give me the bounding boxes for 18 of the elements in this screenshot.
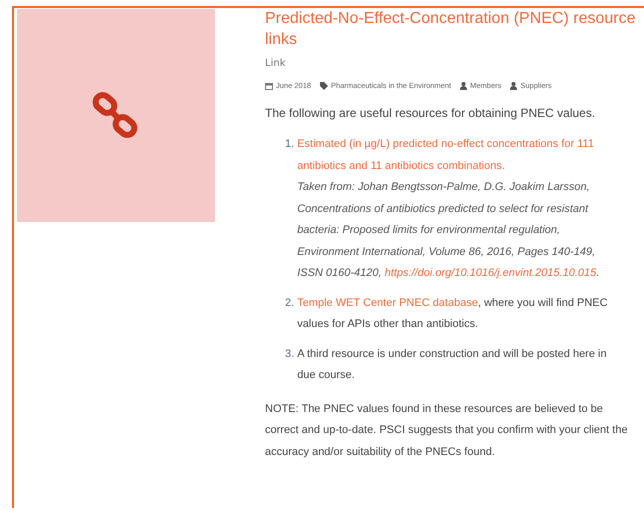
list-number: 3. — [285, 346, 294, 362]
resource-text: A third resource is under construction and will be posted here in due course. — [297, 346, 608, 383]
resource-link[interactable]: Temple WET Center PNEC database — [297, 296, 478, 308]
user-icon — [460, 82, 468, 90]
list-number: 1. — [285, 137, 294, 152]
list-number: 2. — [285, 296, 294, 310]
resource-text: Temple WET Center PNEC database, where you will find PNEC values for APIs other than antibiotics. — [297, 296, 609, 332]
user-icon — [510, 82, 518, 90]
intro-text: The following are useful resources for obtaining PNEC values. — [265, 106, 596, 120]
post-format: Link — [265, 58, 286, 69]
doi-link[interactable]: https://doi.org/10.1016/j.envint.2015.10.015 — [384, 267, 596, 279]
calendar-icon — [265, 82, 273, 90]
thumbnail[interactable] — [17, 9, 215, 222]
resource-link[interactable]: Estimated (in µg/L) predicted no-effect concentrations for 111 antibiotics and 11 antibiotics combinations. — [297, 134, 616, 177]
post-title[interactable]: Predicted-No-Effect-Concentration (PNEC) resource links — [265, 8, 644, 50]
tag-icon — [320, 82, 328, 90]
note-text: NOTE: The PNEC values found in these resources are believed to be correct and up-to-date. PSCI suggests that you confirm with your client the accuracy and/or suitability of the PNECs found. — [265, 402, 629, 460]
citation-text: Taken from: Johan Bengtsson-Palme, D.G. Joakim Larsson, Concentrations of antibiotics predicted to select for resistant bacteria: Proposed limits for environmental regulation, Environment International, Volume 86, 2016, Pages 140-149, ISSN 0160-4120, https://doi.org/10.1016/j.envint.2015.10.015. — [297, 180, 600, 281]
